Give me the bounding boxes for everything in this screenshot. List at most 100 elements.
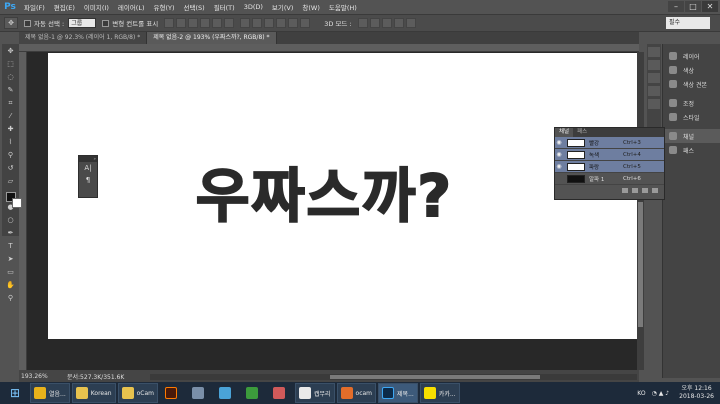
dock-item-swatches[interactable]: 색상 견본	[663, 77, 720, 91]
align-top-icon[interactable]	[164, 18, 175, 28]
transform-controls-checkbox[interactable]	[102, 19, 110, 27]
distribute-left-icon[interactable]	[276, 18, 287, 28]
3d-slide-icon[interactable]	[393, 18, 404, 28]
menu-image[interactable]: 이미지(I)	[84, 2, 109, 12]
workspace-dropdown[interactable]: 필수	[666, 17, 710, 29]
close-button[interactable]: ✕	[702, 1, 718, 12]
align-bottom-icon[interactable]	[188, 18, 199, 28]
load-selection-icon[interactable]	[622, 187, 628, 193]
taskbar-folder-korean[interactable]: Korean	[71, 383, 116, 403]
dock-item-adjustments[interactable]: 조정	[663, 96, 720, 110]
distribute-top-icon[interactable]	[240, 18, 251, 28]
type-tool-icon[interactable]: T	[3, 240, 18, 252]
taskbar-kakao[interactable]: 카카...	[419, 383, 460, 403]
history-brush-tool-icon[interactable]: ↺	[3, 162, 18, 174]
document-canvas[interactable]: 우짜스까?	[48, 53, 637, 339]
distribute-hcenter-icon[interactable]	[288, 18, 299, 28]
stamp-tool-icon[interactable]: ⚲	[3, 149, 18, 161]
channel-row-alpha[interactable]: 알파 1 Ctrl+6	[555, 173, 664, 185]
quick-select-tool-icon[interactable]: ✎	[3, 84, 18, 96]
align-hcenter-icon[interactable]	[212, 18, 223, 28]
taskbar-evernote[interactable]	[241, 383, 266, 403]
visibility-eye-icon[interactable]: ◉	[555, 163, 563, 170]
tab-paths[interactable]: 패스	[573, 128, 591, 137]
3d-rotate-icon[interactable]	[357, 18, 368, 28]
taskbar-capture[interactable]: 캡무리	[294, 383, 335, 403]
align-vcenter-icon[interactable]	[176, 18, 187, 28]
taskbar-ocam[interactable]: ocam	[336, 383, 377, 403]
maximize-button[interactable]: □	[685, 1, 701, 12]
menu-help[interactable]: 도움말(H)	[329, 2, 357, 12]
crop-tool-icon[interactable]: ⌗	[3, 97, 18, 109]
taskbar-folder-ocam[interactable]: oCam	[117, 383, 158, 403]
menu-type[interactable]: 유형(Y)	[154, 2, 175, 12]
auto-select-checkbox[interactable]	[24, 19, 31, 27]
background-color-swatch[interactable]	[12, 198, 22, 208]
3d-roll-icon[interactable]	[369, 18, 380, 28]
dock-item-paths[interactable]: 패스	[663, 143, 720, 157]
healing-tool-icon[interactable]: ✚	[3, 123, 18, 135]
taskbar-illustrator[interactable]	[160, 383, 185, 403]
pen-tool-icon[interactable]: ✒	[3, 227, 18, 239]
visibility-eye-icon[interactable]: ◉	[555, 139, 563, 146]
taskbar-app-1[interactable]	[187, 383, 212, 403]
eyedropper-tool-icon[interactable]: ⁄	[3, 110, 18, 122]
history-icon[interactable]	[648, 47, 660, 57]
menu-3d[interactable]: 3D(D)	[244, 3, 263, 11]
align-left-icon[interactable]	[200, 18, 211, 28]
clock[interactable]: 오후 12:16 2018-03-26	[679, 385, 714, 401]
properties-icon[interactable]	[648, 60, 660, 70]
dodge-tool-icon[interactable]: ○	[3, 214, 18, 226]
scroll-thumb[interactable]	[330, 375, 540, 379]
dock-item-layers[interactable]: 레이어	[663, 49, 720, 63]
visibility-eye-icon[interactable]: ◉	[555, 151, 563, 158]
taskbar-snipping[interactable]	[268, 383, 293, 403]
3d-scale-icon[interactable]	[405, 18, 416, 28]
menu-window[interactable]: 창(W)	[302, 2, 319, 12]
hand-tool-icon[interactable]: ✋	[3, 279, 18, 291]
start-button[interactable]: ⊞	[0, 382, 30, 404]
minimize-button[interactable]: –	[668, 1, 684, 12]
taskbar-app-2[interactable]	[214, 383, 239, 403]
taskbar-photoshop[interactable]: 제목...	[378, 383, 418, 403]
menu-view[interactable]: 보기(V)	[272, 2, 293, 12]
3d-pan-icon[interactable]	[381, 18, 392, 28]
channel-row-red[interactable]: ◉ 빨강 Ctrl+3	[555, 137, 664, 149]
tab-document-1[interactable]: 제목 없음-1 @ 92.3% (레이어 1, RGB/8) *	[19, 32, 148, 44]
scroll-thumb[interactable]	[638, 202, 643, 327]
zoom-level[interactable]: 193.26%	[19, 373, 67, 380]
menu-edit[interactable]: 편집(E)	[54, 2, 75, 12]
distribute-right-icon[interactable]	[300, 18, 311, 28]
lasso-tool-icon[interactable]: ◌	[3, 71, 18, 83]
marquee-tool-icon[interactable]: ⬚	[3, 58, 18, 70]
save-selection-icon[interactable]	[632, 187, 638, 193]
channel-row-green[interactable]: ◉ 녹색 Ctrl+4	[555, 149, 664, 161]
brush-tool-icon[interactable]: ⌇	[3, 136, 18, 148]
paragraph-panel-icon[interactable]	[648, 99, 660, 109]
zoom-tool-icon[interactable]: ⚲	[3, 292, 18, 304]
channel-row-blue[interactable]: ◉ 파랑 Ctrl+5	[555, 161, 664, 173]
menu-layer[interactable]: 레이어(L)	[118, 2, 145, 12]
canvas-text-layer[interactable]: 우짜스까?	[48, 53, 637, 339]
taskbar-chrome[interactable]: 열음...	[30, 383, 70, 403]
distribute-bottom-icon[interactable]	[264, 18, 275, 28]
align-right-icon[interactable]	[224, 18, 235, 28]
eraser-tool-icon[interactable]: ▱	[3, 175, 18, 187]
character-panel-icon[interactable]	[648, 86, 660, 96]
paragraph-icon[interactable]: ¶	[79, 174, 97, 186]
menu-filter[interactable]: 필터(T)	[214, 2, 235, 12]
character-icon[interactable]: A|	[79, 162, 97, 174]
path-select-tool-icon[interactable]: ➤	[3, 253, 18, 265]
menu-file[interactable]: 파일(F)	[24, 2, 45, 12]
delete-channel-icon[interactable]	[652, 187, 658, 193]
language-indicator[interactable]: KO	[637, 390, 645, 397]
info-icon[interactable]	[648, 73, 660, 83]
shape-tool-icon[interactable]: ▭	[3, 266, 18, 278]
horizontal-scrollbar[interactable]	[150, 374, 637, 380]
tab-channels[interactable]: 채널	[555, 128, 574, 137]
auto-select-dropdown[interactable]: 그룹	[68, 18, 97, 28]
tray-icons[interactable]: ◔ ▲ ♪	[652, 390, 670, 397]
tab-document-2[interactable]: 제목 없음-2 @ 193% (우짜스까?, RGB/8) *	[147, 32, 277, 44]
dock-item-color[interactable]: 색상	[663, 63, 720, 77]
new-channel-icon[interactable]	[642, 187, 648, 193]
